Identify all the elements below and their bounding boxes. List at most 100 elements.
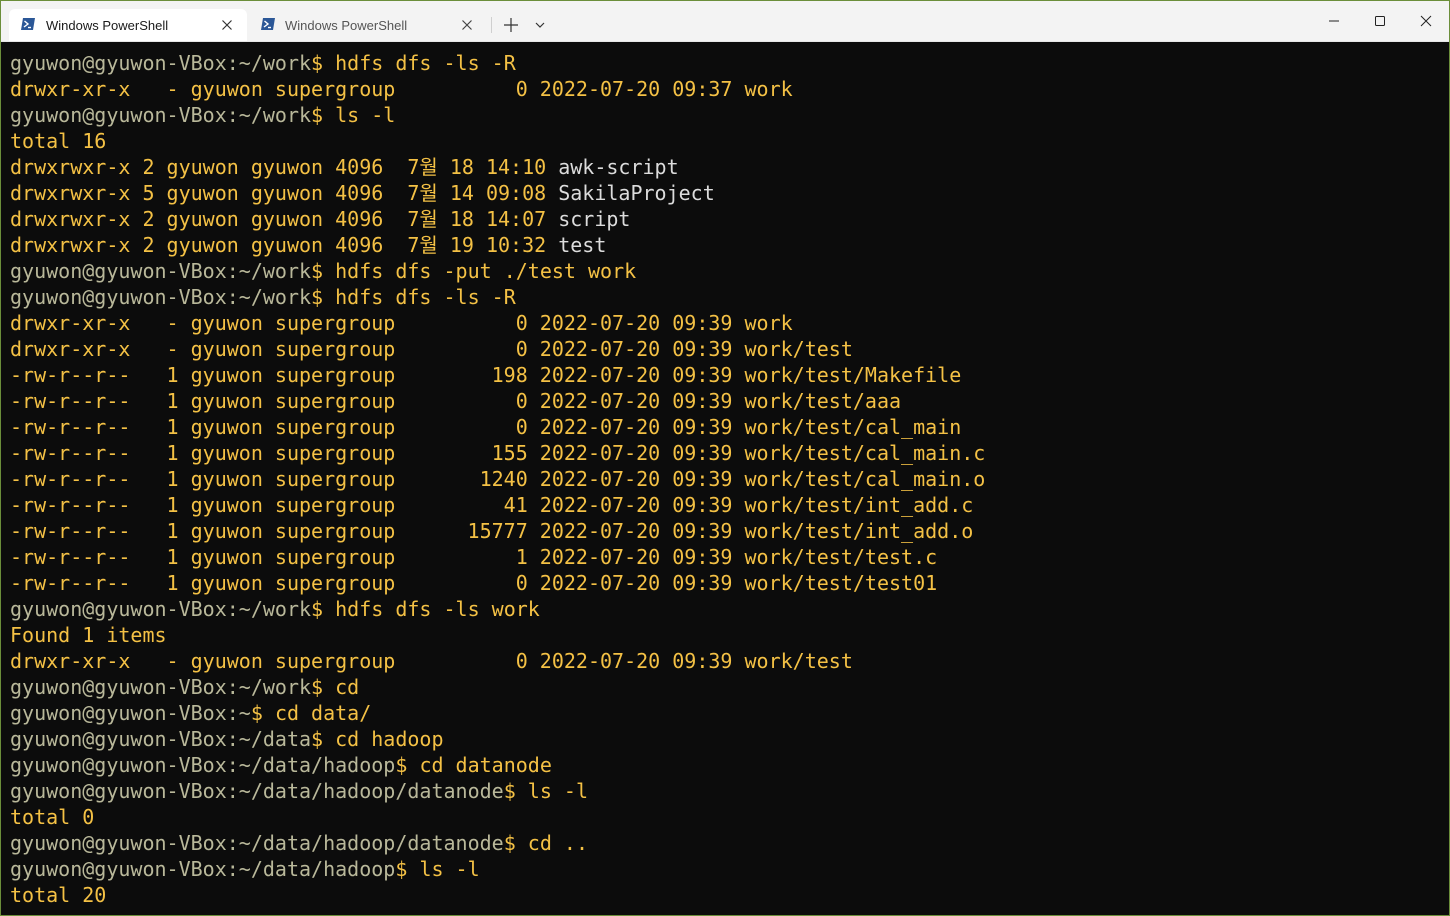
prompt-symbol: $ xyxy=(311,259,336,283)
output-text: -rw-r--r-- 1 gyuwon supergroup 15777 202… xyxy=(10,519,974,543)
output-text: drwxr-xr-x - gyuwon supergroup 0 2022-07… xyxy=(10,649,853,673)
prompt-separator: : xyxy=(226,675,239,699)
prompt-separator: : xyxy=(226,701,239,725)
output-text: -rw-r--r-- 1 gyuwon supergroup 0 2022-07… xyxy=(10,389,902,413)
prompt-user: gyuwon@gyuwon-VBox xyxy=(10,675,227,699)
prompt-line: gyuwon@gyuwon-VBox:~/work$ cd xyxy=(10,674,359,700)
prompt-path: ~/data/hadoop/datanode xyxy=(238,779,504,803)
prompt-symbol: $ xyxy=(503,779,528,803)
output-text: -rw-r--r-- 1 gyuwon supergroup 41 2022-0… xyxy=(10,493,974,517)
prompt-symbol: $ xyxy=(311,597,336,621)
prompt-path: ~/work xyxy=(238,259,312,283)
prompt-path: ~/work xyxy=(238,51,312,75)
close-icon xyxy=(1420,15,1432,27)
output-text: total 16 xyxy=(10,129,107,153)
prompt-line: gyuwon@gyuwon-VBox:~/data/hadoop$ ls -l xyxy=(10,856,480,882)
output-line: -rw-r--r-- 1 gyuwon supergroup 15777 202… xyxy=(10,518,973,544)
output-text: drwxrwxr-x 2 gyuwon gyuwon 4096 7월 18 14… xyxy=(10,207,559,231)
prompt-line: gyuwon@gyuwon-VBox:~/data/hadoop/datanod… xyxy=(10,778,588,804)
command-text: cd xyxy=(335,675,360,699)
prompt-symbol: $ xyxy=(250,701,275,725)
output-text: drwxr-xr-x - gyuwon supergroup 0 2022-07… xyxy=(10,337,853,361)
prompt-separator: : xyxy=(226,779,239,803)
command-text: hdfs dfs -put ./test work xyxy=(335,259,637,283)
command-text: cd datanode xyxy=(419,753,552,777)
output-line: drwxr-xr-x - gyuwon supergroup 0 2022-07… xyxy=(10,76,793,102)
output-line: drwxrwxr-x 5 gyuwon gyuwon 4096 7월 14 09… xyxy=(10,180,715,206)
terminal-window: Windows PowerShell Windows PowerShell gy… xyxy=(0,0,1450,916)
prompt-line: gyuwon@gyuwon-VBox:~/data/hadoop$ cd dat… xyxy=(10,752,552,778)
command-text: ls -l xyxy=(335,103,396,127)
output-text: -rw-r--r-- 1 gyuwon supergroup 155 2022-… xyxy=(10,441,986,465)
prompt-path: ~/work xyxy=(238,597,312,621)
prompt-path: ~/data/hadoop xyxy=(238,753,396,777)
tab-label: Windows PowerShell xyxy=(46,18,169,33)
prompt-path: ~/data xyxy=(238,727,312,751)
output-text: -rw-r--r-- 1 gyuwon supergroup 0 2022-07… xyxy=(10,415,962,439)
output-line: -rw-r--r-- 1 gyuwon supergroup 41 2022-0… xyxy=(10,492,973,518)
prompt-separator: : xyxy=(226,857,239,881)
output-line: drwxr-xr-x - gyuwon supergroup 0 2022-07… xyxy=(10,310,793,336)
close-icon[interactable] xyxy=(219,17,235,33)
output-text: total 0 xyxy=(10,805,95,829)
output-line: -rw-r--r-- 1 gyuwon supergroup 198 2022-… xyxy=(10,362,961,388)
prompt-separator: : xyxy=(226,259,239,283)
prompt-path: ~/work xyxy=(238,103,312,127)
prompt-separator: : xyxy=(226,51,239,75)
prompt-symbol: $ xyxy=(311,51,336,75)
minimize-button[interactable] xyxy=(1311,1,1357,41)
output-line: drwxrwxr-x 2 gyuwon gyuwon 4096 7월 18 14… xyxy=(10,206,630,232)
output-text: -rw-r--r-- 1 gyuwon supergroup 1 2022-07… xyxy=(10,545,938,569)
close-window-button[interactable] xyxy=(1403,1,1449,41)
prompt-line: gyuwon@gyuwon-VBox:~/work$ hdfs dfs -ls … xyxy=(10,596,540,622)
title-bar[interactable]: Windows PowerShell Windows PowerShell xyxy=(1,1,1449,42)
prompt-path: ~/data/hadoop xyxy=(238,857,396,881)
prompt-line: gyuwon@gyuwon-VBox:~$ cd data/ xyxy=(10,700,371,726)
prompt-line: gyuwon@gyuwon-VBox:~/data/hadoop/datanod… xyxy=(10,830,588,856)
tab-powershell-2[interactable]: Windows PowerShell xyxy=(249,9,487,41)
output-line: drwxr-xr-x - gyuwon supergroup 0 2022-07… xyxy=(10,336,853,362)
output-text: drwxr-xr-x - gyuwon supergroup 0 2022-07… xyxy=(10,77,793,101)
output-line: -rw-r--r-- 1 gyuwon supergroup 0 2022-07… xyxy=(10,388,901,414)
prompt-symbol: $ xyxy=(395,857,420,881)
prompt-line: gyuwon@gyuwon-VBox:~/work$ hdfs dfs -ls … xyxy=(10,50,516,76)
prompt-line: gyuwon@gyuwon-VBox:~/data$ cd hadoop xyxy=(10,726,444,752)
minimize-icon xyxy=(1329,20,1339,22)
output-line: total 16 xyxy=(10,128,106,154)
maximize-button[interactable] xyxy=(1357,1,1403,41)
prompt-path: ~ xyxy=(238,701,251,725)
prompt-path: ~/work xyxy=(238,675,312,699)
plus-icon[interactable] xyxy=(501,15,521,35)
command-text: cd .. xyxy=(527,831,589,855)
prompt-separator: : xyxy=(226,831,239,855)
output-line: -rw-r--r-- 1 gyuwon supergroup 0 2022-07… xyxy=(10,570,937,596)
terminal-output[interactable]: gyuwon@gyuwon-VBox:~/work$ hdfs dfs -ls … xyxy=(1,42,1449,915)
powershell-icon xyxy=(21,18,35,30)
prompt-user: gyuwon@gyuwon-VBox xyxy=(10,103,227,127)
output-text: drwxr-xr-x - gyuwon supergroup 0 2022-07… xyxy=(10,311,793,335)
command-text: hdfs dfs -ls work xyxy=(335,597,540,621)
prompt-symbol: $ xyxy=(395,753,420,777)
prompt-user: gyuwon@gyuwon-VBox xyxy=(10,831,227,855)
prompt-path: ~/work xyxy=(238,285,312,309)
prompt-symbol: $ xyxy=(311,675,336,699)
close-icon[interactable] xyxy=(459,17,475,33)
prompt-user: gyuwon@gyuwon-VBox xyxy=(10,779,227,803)
output-line: drwxrwxr-x 2 gyuwon gyuwon 4096 7월 18 14… xyxy=(10,154,679,180)
output-text: drwxrwxr-x 5 gyuwon gyuwon 4096 7월 14 09… xyxy=(10,181,559,205)
prompt-user: gyuwon@gyuwon-VBox xyxy=(10,285,227,309)
prompt-separator: : xyxy=(226,597,239,621)
powershell-icon xyxy=(261,18,275,30)
directory-name: test xyxy=(558,233,607,257)
tab-powershell-1[interactable]: Windows PowerShell xyxy=(9,9,247,41)
prompt-symbol: $ xyxy=(503,831,528,855)
output-line: Found 1 items xyxy=(10,622,167,648)
maximize-icon xyxy=(1375,16,1385,26)
output-line: total 20 xyxy=(10,882,106,908)
output-line: total 0 xyxy=(10,804,94,830)
chevron-down-icon[interactable] xyxy=(532,17,548,33)
tab-separator xyxy=(491,17,492,33)
output-line: -rw-r--r-- 1 gyuwon supergroup 155 2022-… xyxy=(10,440,985,466)
output-text: Found 1 items xyxy=(10,623,167,647)
prompt-separator: : xyxy=(226,753,239,777)
